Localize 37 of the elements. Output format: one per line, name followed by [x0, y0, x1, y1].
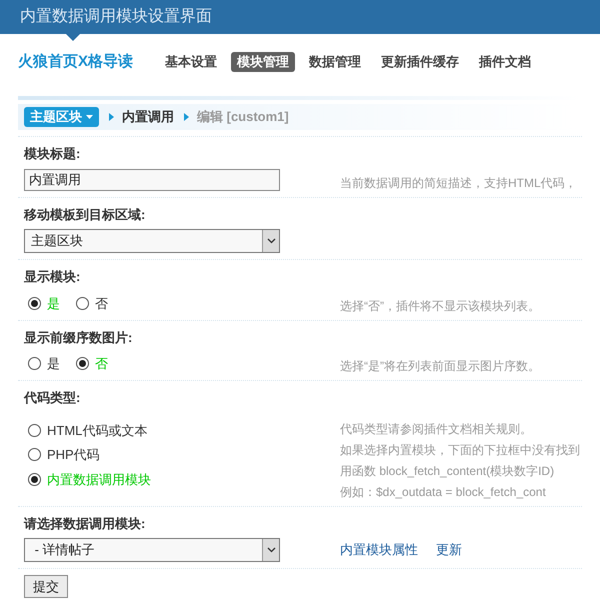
- hint-text: 选择“是”将在列表前面显示图片序数。: [340, 358, 540, 374]
- submit-button[interactable]: 提交: [24, 575, 68, 598]
- radio-option[interactable]: 是: [28, 354, 60, 374]
- hint-text: 选择“否”，插件将不显示该模块列表。: [340, 298, 540, 314]
- arrow-right-icon: [109, 113, 114, 121]
- page-title: 内置数据调用模块设置界面: [20, 6, 212, 27]
- nav-tab[interactable]: 插件文档: [473, 52, 538, 72]
- select-field[interactable]: - 详情帖子: [24, 538, 280, 562]
- action-link[interactable]: 更新: [436, 540, 462, 560]
- field-label: 模块标题:: [24, 145, 82, 163]
- hint-text: 当前数据调用的简短描述，支持HTML代码，: [340, 174, 577, 190]
- arrow-right-icon: [184, 113, 189, 121]
- nav-tab[interactable]: 模块管理: [231, 52, 296, 72]
- hint-text: 代码类型请参阅插件文档相关规则。: [340, 420, 533, 436]
- field-label: 显示前缀序数图片:: [24, 328, 134, 346]
- field-label: 代码类型:: [24, 389, 82, 407]
- radio-option[interactable]: PHP代码: [28, 445, 340, 464]
- nav-tab[interactable]: 基本设置: [159, 52, 224, 72]
- chevron-down-icon: [262, 539, 279, 561]
- field-label: 移动模板到目标区域:: [24, 206, 146, 224]
- radio-option[interactable]: HTML代码或文本: [28, 420, 340, 440]
- chevron-down-icon: [262, 230, 279, 252]
- radio-option[interactable]: 否: [76, 294, 108, 313]
- field-label: 显示模块:: [24, 268, 82, 286]
- hint-text: 用函数 block_fetch_content(模块数字ID): [340, 462, 556, 478]
- field-label: 请选择数据调用模块:: [24, 514, 146, 532]
- brand-title: 火狼首页X格导读: [18, 52, 134, 72]
- hint-text: 例如：$dx_outdata = block_fetch_cont: [340, 484, 547, 500]
- nav-tab[interactable]: 数据管理: [303, 52, 368, 72]
- breadcrumb-item[interactable]: 内置调用: [122, 107, 174, 127]
- nav-tab[interactable]: 更新插件缓存: [375, 52, 466, 72]
- hint-text: 如果选择内置模块，下面的下拉框中没有找到: [340, 442, 580, 458]
- action-link[interactable]: 内置模块属性: [340, 540, 418, 560]
- breadcrumb-item: 编辑 [custom1]: [197, 108, 289, 126]
- select-field[interactable]: 主题区块: [24, 229, 280, 253]
- caret-icon: [86, 115, 93, 119]
- title-input[interactable]: 内置调用: [24, 168, 280, 190]
